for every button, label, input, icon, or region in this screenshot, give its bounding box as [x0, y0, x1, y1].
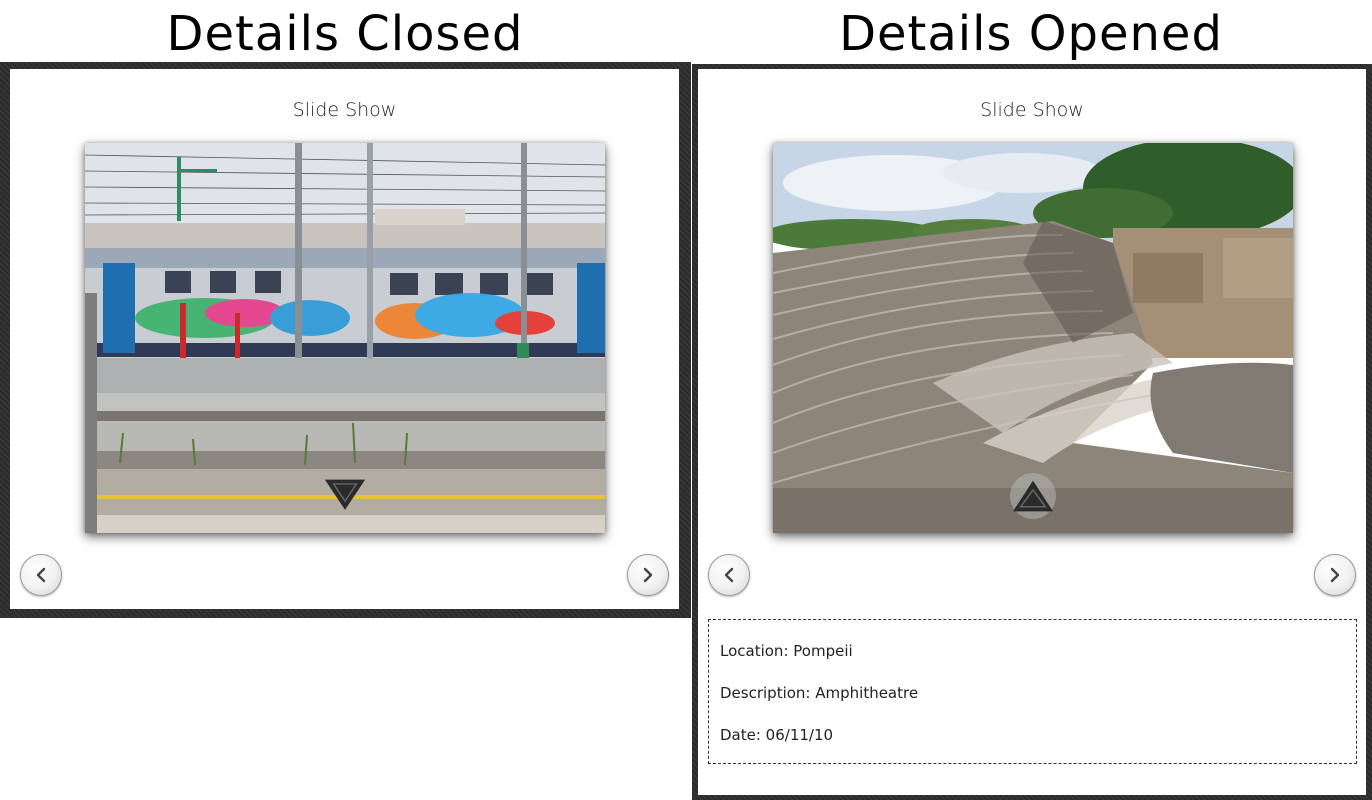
slideshow-frame-closed: Slide Show [0, 62, 691, 618]
heading-details-closed: Details Closed [166, 6, 524, 62]
prev-slide-button[interactable] [708, 554, 750, 596]
chevron-right-icon [1330, 567, 1340, 583]
chevron-up-icon [1013, 480, 1053, 512]
slideshow-frame-opened: Slide Show Location: Pompeii Description… [692, 64, 1372, 800]
hide-details-button[interactable] [1010, 473, 1056, 519]
next-slide-button[interactable] [1314, 554, 1356, 596]
chevron-left-icon [724, 567, 734, 583]
next-slide-button[interactable] [627, 554, 669, 596]
heading-details-opened: Details Opened [839, 6, 1223, 62]
chevron-down-icon [324, 479, 366, 510]
details-box: Location: Pompeii Description: Amphithea… [708, 619, 1357, 764]
prev-slide-button[interactable] [20, 554, 62, 596]
slideshow-title: Slide Show [292, 99, 397, 121]
chevron-left-icon [36, 567, 46, 583]
detail-description: Description: Amphitheatre [720, 684, 919, 702]
slideshow-title: Slide Show [980, 99, 1084, 121]
slideshow-panel-closed: Slide Show [10, 69, 679, 609]
slideshow-panel-opened: Slide Show Location: Pompeii Description… [698, 69, 1366, 795]
show-details-button[interactable] [322, 471, 368, 517]
slide-photo-amphitheatre [773, 143, 1293, 533]
detail-location: Location: Pompeii [720, 642, 853, 660]
detail-date: Date: 06/11/10 [720, 726, 834, 744]
slide-photo-train [85, 143, 605, 533]
chevron-right-icon [643, 567, 653, 583]
